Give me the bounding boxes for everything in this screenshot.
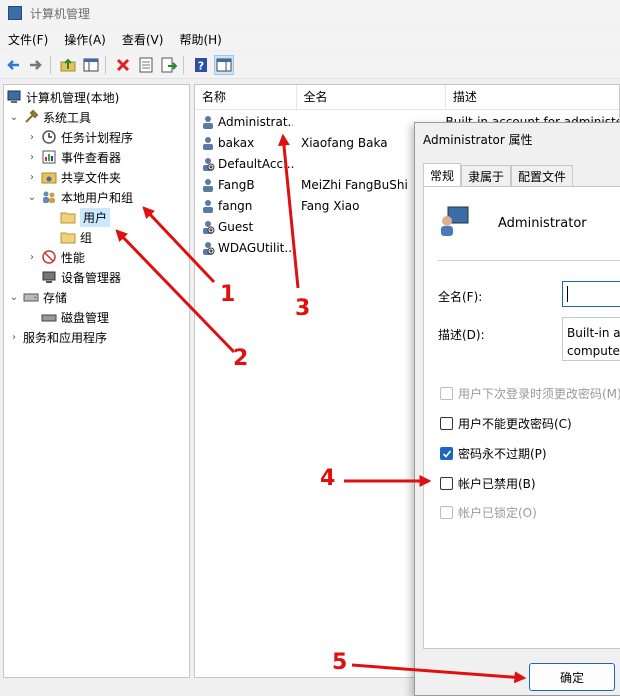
annotation-number-5: 5 <box>332 650 348 675</box>
annotation-arrows <box>115 133 527 684</box>
annotation-number-2: 2 <box>233 346 249 371</box>
annotation-number-1: 1 <box>220 282 236 307</box>
annotation-arrow-2 <box>115 229 236 354</box>
annotation-number-4: 4 <box>320 466 336 491</box>
annotation-arrow-3 <box>277 133 300 289</box>
annotation-number-3: 3 <box>295 296 311 321</box>
annotation-arrow-5 <box>351 663 527 684</box>
